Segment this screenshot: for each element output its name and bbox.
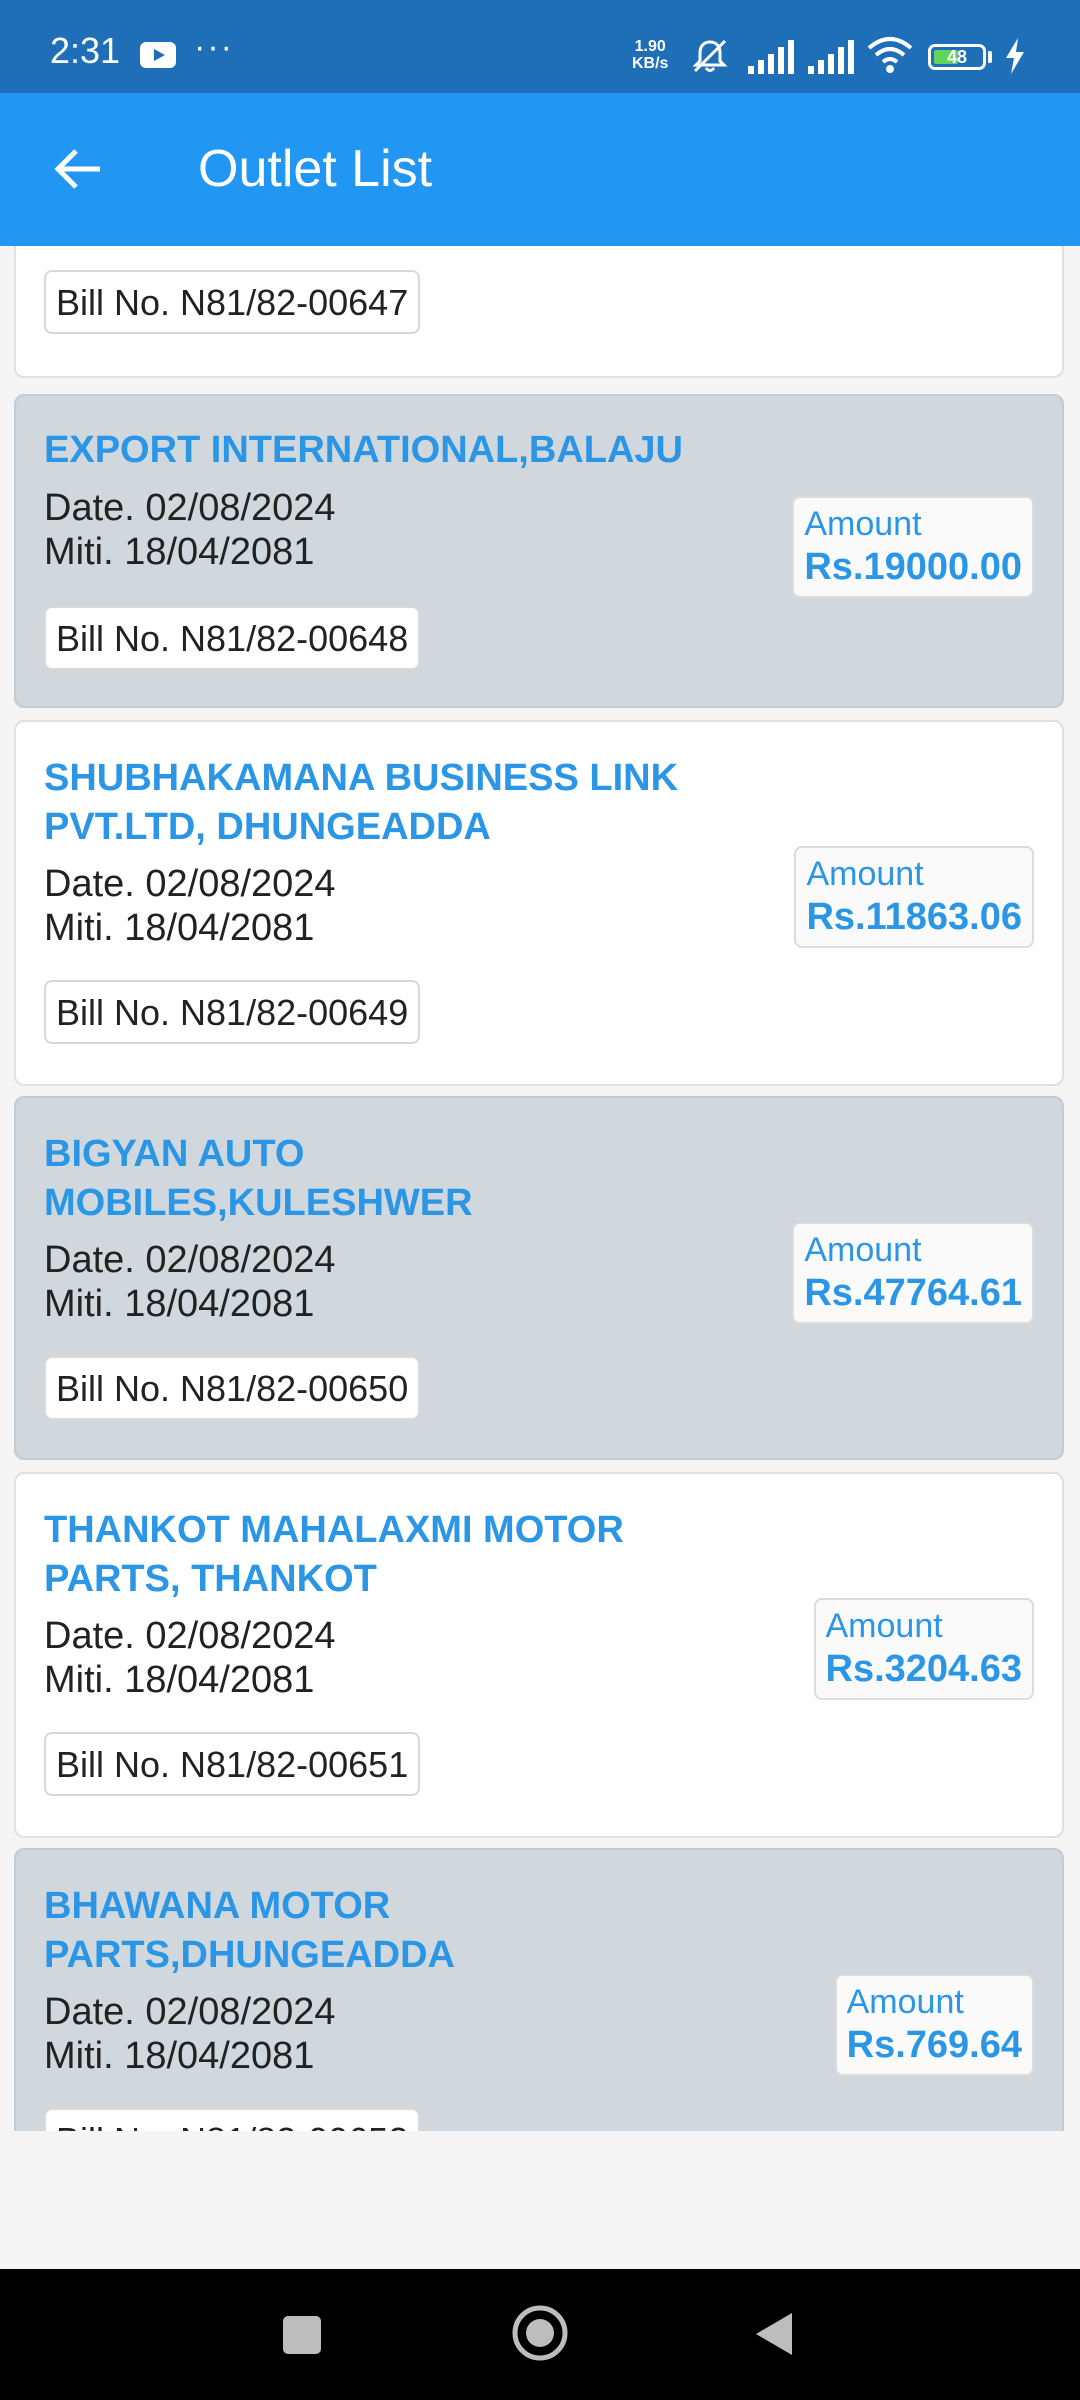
status-time: 2:31 xyxy=(50,30,121,71)
amount-label: Amount xyxy=(804,505,922,543)
amount-value: Rs.19000.00 xyxy=(804,546,1022,588)
amount-value: Rs.769.64 xyxy=(846,2024,1022,2066)
outlet-miti: Miti. 18/04/2081 xyxy=(44,1283,315,1325)
amount-label: Amount xyxy=(825,1607,943,1645)
outlet-card[interactable]: BIGYAN AUTO MOBILES,KULESHWER Date. 02/0… xyxy=(14,1096,1064,1460)
amount-box: Amount Rs.19000.00 xyxy=(792,496,1034,598)
amount-box: Amount Rs.3204.63 xyxy=(813,1598,1034,1700)
outlet-name: EXPORT INTERNATIONAL,BALAJU xyxy=(44,429,683,471)
bottom-blank-area xyxy=(0,2131,1080,2269)
charging-bolt-icon xyxy=(1006,38,1024,74)
outlet-card[interactable]: SHUBHAKAMANA BUSINESS LINK PVT.LTD, DHUN… xyxy=(14,720,1064,1086)
bill-number: Bill No. N81/82-00647 xyxy=(44,270,421,334)
arrow-left-icon xyxy=(54,149,100,189)
outlet-date: Date. 02/08/2024 xyxy=(44,1991,336,2033)
more-dots-icon: ··· xyxy=(194,28,234,66)
outlet-name: BIGYAN AUTO MOBILES,KULESHWER xyxy=(44,1133,473,1224)
amount-value: Rs.11863.06 xyxy=(806,896,1022,938)
status-bar: 2:31 ··· 1.90 KB/s 48 xyxy=(0,0,1080,93)
amount-label: Amount xyxy=(846,1983,964,2021)
amount-label: Amount xyxy=(806,855,924,893)
recents-square-icon[interactable] xyxy=(283,2316,321,2354)
outlet-card[interactable]: THANKOT MAHALAXMI MOTOR PARTS, THANKOT D… xyxy=(14,1472,1064,1838)
outlet-card[interactable]: BHAWANA MOTOR PARTS,DHUNGEADDA Date. 02/… xyxy=(14,1848,1064,2131)
outlet-date: Date. 02/08/2024 xyxy=(44,863,336,905)
amount-value: Rs.3204.63 xyxy=(825,1648,1023,1690)
outlet-name: THANKOT MAHALAXMI MOTOR PARTS, THANKOT xyxy=(44,1509,624,1600)
back-triangle-icon[interactable] xyxy=(752,2309,796,2359)
bill-number: Bill No. N81/82-00652 xyxy=(44,2108,421,2131)
outlet-card[interactable]: EXPORT INTERNATIONAL,BALAJU Date. 02/08/… xyxy=(14,394,1064,708)
network-speed-value: 1.90 xyxy=(634,38,666,55)
amount-value: Rs.47764.61 xyxy=(804,1272,1022,1314)
signal-icon xyxy=(808,40,854,74)
page-title: Outlet List xyxy=(198,140,433,198)
system-nav-bar xyxy=(0,2269,1080,2400)
amount-box: Amount Rs.11863.06 xyxy=(794,846,1034,948)
battery-percent: 48 xyxy=(946,47,968,67)
battery-tip xyxy=(988,51,992,63)
amount-label: Amount xyxy=(804,1231,922,1269)
mute-icon xyxy=(692,39,728,73)
battery-icon: 48 xyxy=(928,44,986,70)
wifi-icon xyxy=(867,37,913,73)
outlet-list[interactable]: Bill No. N81/82-00647 EXPORT INTERNATION… xyxy=(0,246,1080,2131)
outlet-name: BHAWANA MOTOR PARTS,DHUNGEADDA xyxy=(44,1885,455,1976)
outlet-date: Date. 02/08/2024 xyxy=(44,1615,336,1657)
outlet-date: Date. 02/08/2024 xyxy=(44,487,336,529)
outlet-miti: Miti. 18/04/2081 xyxy=(44,2035,315,2077)
outlet-miti: Miti. 18/04/2081 xyxy=(44,1659,315,1701)
app-bar: Outlet List xyxy=(0,93,1080,246)
outlet-miti: Miti. 18/04/2081 xyxy=(44,907,315,949)
back-button[interactable] xyxy=(40,131,116,207)
home-circle-icon[interactable] xyxy=(510,2303,570,2363)
youtube-icon xyxy=(140,42,176,68)
amount-box: Amount Rs.47764.61 xyxy=(792,1222,1034,1324)
outlet-card[interactable]: Bill No. N81/82-00647 xyxy=(14,246,1064,378)
amount-box: Amount Rs.769.64 xyxy=(834,1974,1034,2076)
outlet-miti: Miti. 18/04/2081 xyxy=(44,531,315,573)
bill-number: Bill No. N81/82-00650 xyxy=(44,1356,421,1420)
bill-number: Bill No. N81/82-00651 xyxy=(44,1732,421,1796)
network-speed: 1.90 KB/s xyxy=(632,38,668,72)
bill-number: Bill No. N81/82-00648 xyxy=(44,606,421,670)
bill-number: Bill No. N81/82-00649 xyxy=(44,980,421,1044)
outlet-date: Date. 02/08/2024 xyxy=(44,1239,336,1281)
outlet-name: SHUBHAKAMANA BUSINESS LINK PVT.LTD, DHUN… xyxy=(44,757,679,848)
network-speed-unit: KB/s xyxy=(632,55,669,72)
signal-icon xyxy=(748,40,794,74)
